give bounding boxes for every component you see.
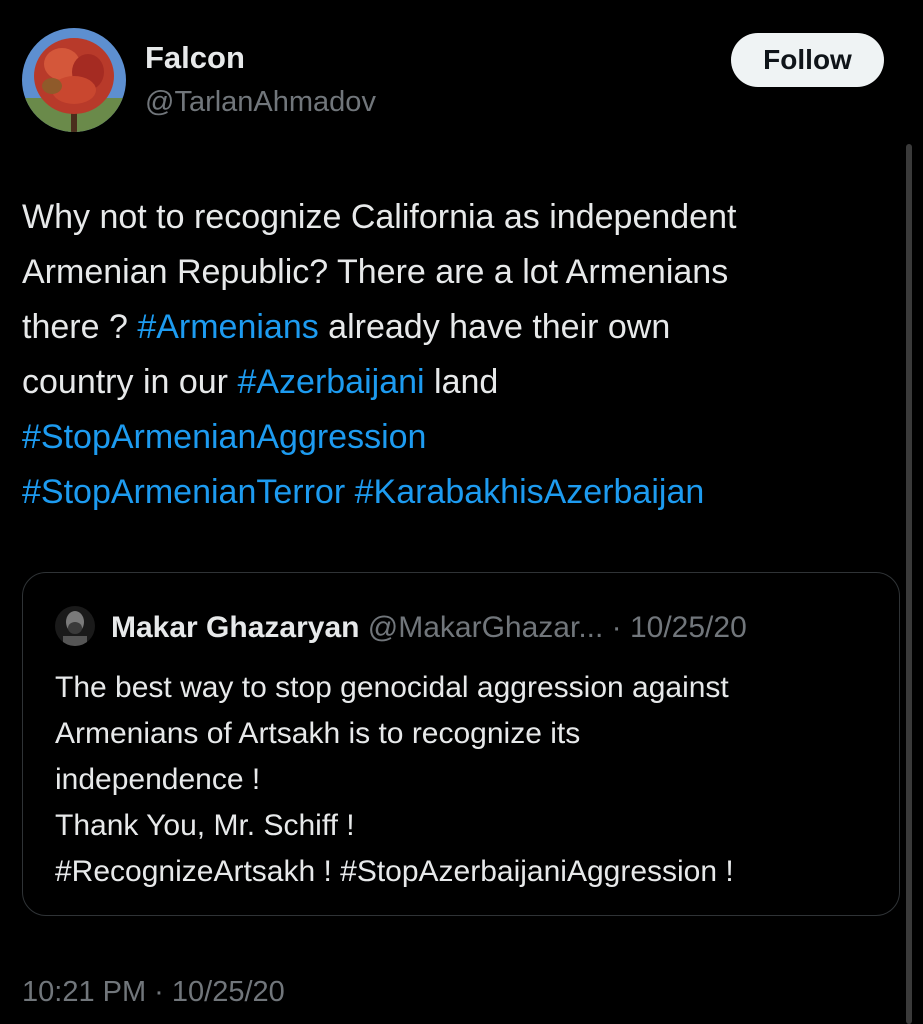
scrollbar[interactable] (906, 144, 912, 1024)
tweet-text: Why not to recognize California as indep… (22, 190, 902, 520)
hashtag-link[interactable]: #StopArmenianAggression (22, 418, 426, 456)
tweet-line: Armenian Republic? There are a lot Armen… (22, 245, 902, 300)
tweet-text-segment: Why not to recognize California as indep… (22, 198, 737, 236)
tweet-line: Why not to recognize California as indep… (22, 190, 902, 245)
author-name[interactable]: Falcon (145, 40, 245, 76)
quote-line: independence ! (55, 763, 261, 796)
author-handle[interactable]: @TarlanAhmadov (145, 86, 376, 119)
tweet-text-segment: there ? (22, 308, 138, 346)
tweet-line: #StopArmenianAggression (22, 410, 902, 465)
tweet-line: country in our #Azerbaijani land (22, 355, 902, 410)
tweet-line: there ? #Armenians already have their ow… (22, 300, 902, 355)
author-avatar[interactable] (22, 28, 126, 132)
quote-header: Makar Ghazaryan @MakarGhazar... · 10/25/… (111, 611, 747, 645)
quote-line: The best way to stop genocidal aggressio… (55, 671, 729, 704)
tweet-timestamp[interactable]: 10:21 PM · 10/25/20 (22, 976, 285, 1009)
quote-tweet-card[interactable]: Makar Ghazaryan @MakarGhazar... · 10/25/… (22, 572, 900, 916)
quote-line: Armenians of Artsakh is to recognize its (55, 717, 581, 750)
tweet-line: #StopArmenianTerror #KarabakhisAzerbaija… (22, 465, 902, 520)
quote-author-avatar[interactable] (55, 606, 95, 646)
quote-author-name[interactable]: Makar Ghazaryan (111, 611, 359, 644)
hashtag-link[interactable]: #Azerbaijani (237, 363, 424, 401)
hashtag-link[interactable]: #StopArmenianTerror (22, 473, 345, 511)
tweet-text-segment (345, 473, 354, 511)
quote-text: The best way to stop genocidal aggressio… (55, 665, 885, 895)
follow-button[interactable]: Follow (731, 33, 884, 87)
quote-line: #RecognizeArtsakh ! #StopAzerbaijaniAggr… (55, 855, 734, 888)
tweet-text-segment: Armenian Republic? There are a lot Armen… (22, 253, 729, 291)
quote-author-meta: @MakarGhazar... · 10/25/20 (359, 611, 747, 644)
hashtag-link[interactable]: #Armenians (137, 308, 318, 346)
quote-line: Thank You, Mr. Schiff ! (55, 809, 355, 842)
tweet-text-segment: country in our (22, 363, 238, 401)
hashtag-link[interactable]: #KarabakhisAzerbaijan (355, 473, 705, 511)
tweet-text-segment: land (424, 363, 499, 401)
tweet-text-segment: already have their own (318, 308, 671, 346)
